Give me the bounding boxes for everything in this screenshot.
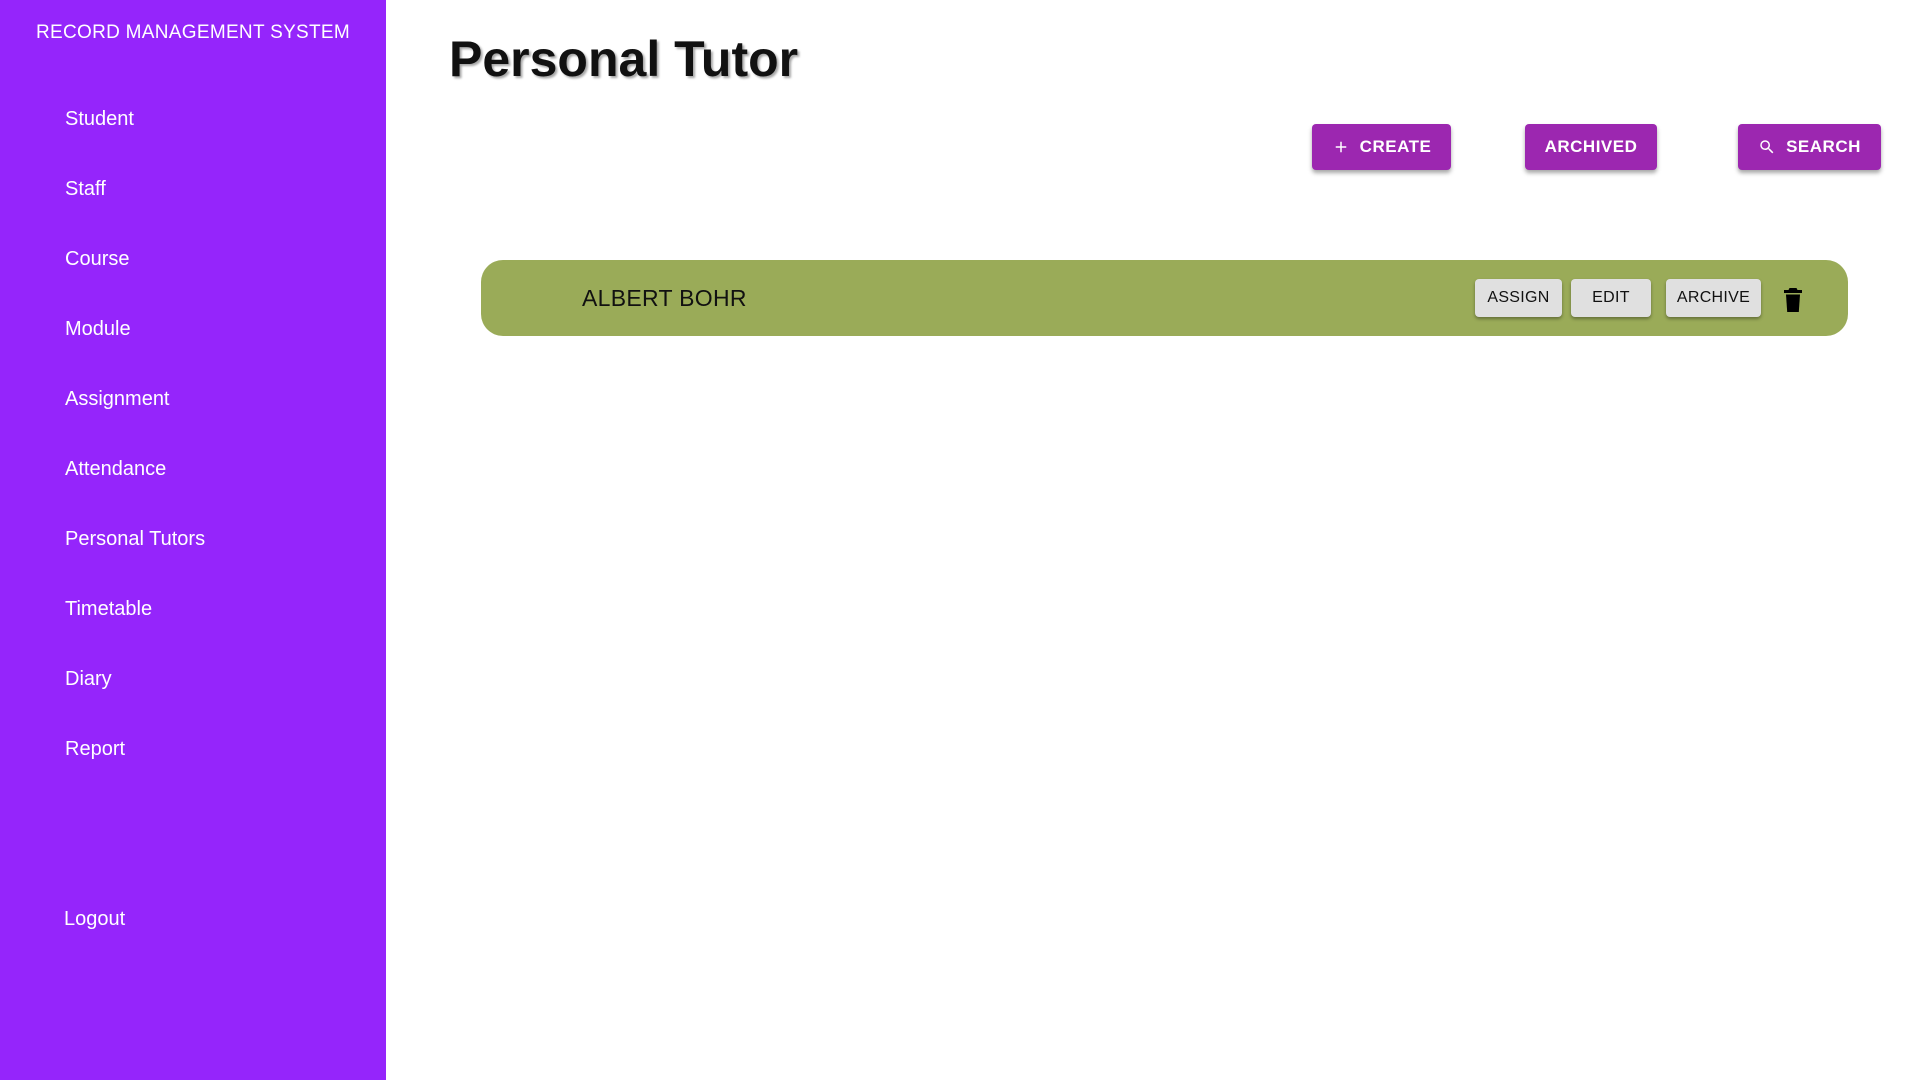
sidebar-item-assignment[interactable]: Assignment: [0, 370, 386, 440]
sidebar-item-student[interactable]: Student: [0, 90, 386, 160]
assign-button[interactable]: ASSIGN: [1475, 279, 1562, 317]
logout-link[interactable]: Logout: [64, 908, 125, 931]
sidebar-item-course[interactable]: Course: [0, 230, 386, 300]
app-root: RECORD MANAGEMENT SYSTEM Student Staff C…: [0, 0, 1920, 1080]
sidebar-item-report[interactable]: Report: [0, 720, 386, 790]
record-row: ALBERT BOHR ASSIGN EDIT ARCHIVE: [481, 260, 1848, 336]
sidebar: RECORD MANAGEMENT SYSTEM Student Staff C…: [0, 0, 386, 1080]
archive-button[interactable]: ARCHIVE: [1666, 279, 1761, 317]
sidebar-item-timetable[interactable]: Timetable: [0, 580, 386, 650]
search-button-label: SEARCH: [1786, 137, 1861, 156]
sidebar-item-module[interactable]: Module: [0, 300, 386, 370]
plus-icon: [1335, 141, 1346, 153]
archived-button-label: ARCHIVED: [1544, 137, 1638, 156]
create-button[interactable]: CREATE: [1312, 124, 1451, 170]
search-icon: [1760, 140, 1774, 154]
sidebar-item-diary[interactable]: Diary: [0, 650, 386, 720]
create-button-label: CREATE: [1359, 137, 1432, 156]
sidebar-nav: Student Staff Course Module Assignment A…: [0, 90, 386, 790]
sidebar-item-staff[interactable]: Staff: [0, 160, 386, 230]
sidebar-item-attendance[interactable]: Attendance: [0, 440, 386, 510]
trash-icon[interactable]: [1781, 287, 1805, 313]
record-name: ALBERT BOHR: [582, 285, 747, 311]
edit-button[interactable]: EDIT: [1571, 279, 1651, 317]
page-title: Personal Tutor: [449, 31, 799, 87]
sidebar-item-personal-tutors[interactable]: Personal Tutors: [0, 510, 386, 580]
search-button[interactable]: SEARCH: [1738, 124, 1881, 170]
app-brand: RECORD MANAGEMENT SYSTEM: [35, 22, 351, 43]
archived-button[interactable]: ARCHIVED: [1525, 124, 1657, 170]
